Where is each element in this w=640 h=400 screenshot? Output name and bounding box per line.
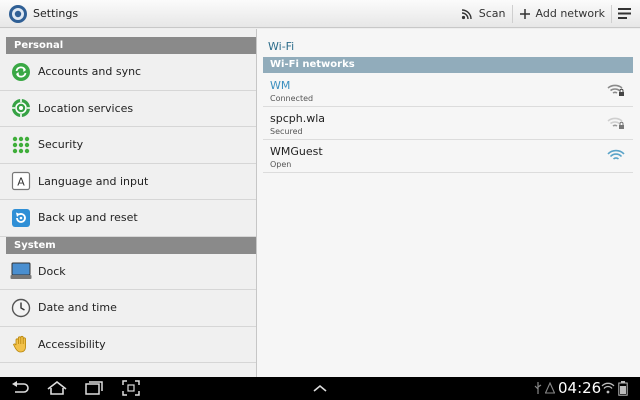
network-name: WMGuest [270,145,323,158]
dock-icon [10,260,32,282]
wifi-network-row[interactable]: spcph.wla Secured [263,107,633,140]
sidebar-item-label: Accounts and sync [38,65,142,79]
backup-icon [10,207,32,229]
sidebar-item-label: Security [38,138,84,152]
wifi-locked-signal-icon [607,117,624,129]
scan-label: Scan [478,7,506,20]
sidebar-item-label: Dock [38,264,66,278]
overflow-menu-button[interactable] [612,0,636,28]
sync-icon [10,61,32,83]
wifi-status-icon [601,382,615,394]
wifi-locked-signal-icon [607,84,624,96]
sidebar-item-language-input[interactable]: A Language and input [0,164,256,200]
usb-icon [534,382,542,394]
menu-icon [617,8,631,19]
back-icon[interactable] [10,380,30,396]
keyboard-a-icon: A [10,170,32,192]
settings-sidebar: Personal Accounts and sync Location serv… [0,29,256,377]
status-clock: 04:26 [558,379,602,397]
page-title: Wi-Fi [268,40,295,53]
warning-icon [545,382,555,394]
system-bar: 04:26 [0,377,640,400]
wifi-network-list: WM Connected spcph.wla Secured WMGuest O… [263,74,633,173]
security-grid-icon [10,134,32,156]
sidebar-item-accessibility[interactable]: Accessibility [0,327,256,363]
sidebar-item-label: Accessibility [38,337,106,351]
section-header-personal: Personal [6,37,256,54]
settings-gear-icon[interactable] [8,4,28,24]
recent-apps-icon[interactable] [84,380,104,396]
network-name: WM [270,79,291,92]
svg-text:A: A [17,176,25,189]
wifi-open-signal-icon [607,149,625,160]
sidebar-item-dock[interactable]: Dock [0,254,256,290]
network-name: spcph.wla [270,112,326,125]
add-network-button[interactable]: Add network [513,0,611,28]
network-status: Open [270,160,292,169]
sidebar-item-location-services[interactable]: Location services [0,91,256,127]
wifi-networks-header: Wi-Fi networks [263,57,633,73]
sidebar-item-accounts-sync[interactable]: Accounts and sync [0,54,256,91]
wifi-network-row[interactable]: WM Connected [263,74,633,107]
sidebar-item-label: Location services [38,101,134,115]
action-bar: Settings Scan Add network [0,0,640,28]
add-network-label: Add network [535,7,605,20]
sidebar-item-label: Date and time [38,301,117,315]
location-icon [10,97,32,119]
sidebar-item-label: Back up and reset [38,211,138,225]
scan-icon [461,8,472,19]
sidebar-item-security[interactable]: Security [0,127,256,164]
plus-icon [519,8,530,19]
scan-button[interactable]: Scan [454,0,512,28]
network-status: Connected [270,94,314,103]
clock-icon [10,297,32,319]
network-status: Secured [270,127,303,136]
sidebar-item-date-time[interactable]: Date and time [0,290,256,327]
app-title: Settings [33,7,79,20]
section-header-system: System [6,236,256,254]
hand-icon [10,333,32,355]
sidebar-item-backup-reset[interactable]: Back up and reset [0,200,256,237]
chevron-up-icon[interactable] [312,380,328,396]
sidebar-item-label: Language and input [38,174,149,188]
wifi-pane: Wi-Fi Wi-Fi networks WM Connected spcph.… [257,29,640,377]
battery-icon [618,381,628,396]
wifi-network-row[interactable]: WMGuest Open [263,140,633,173]
screenshot-icon[interactable] [122,380,140,396]
home-icon[interactable] [46,380,68,396]
